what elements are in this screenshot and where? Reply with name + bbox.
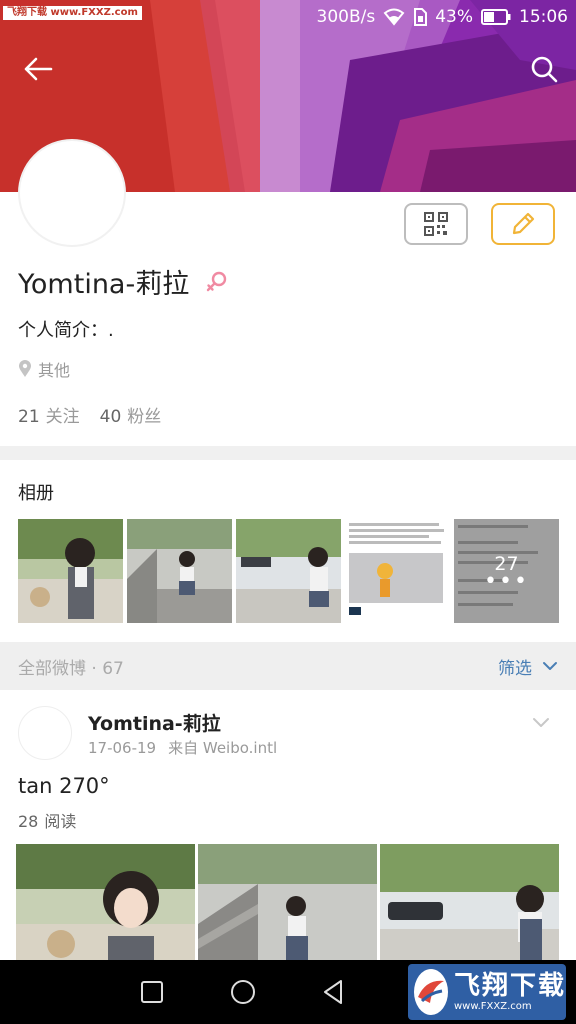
album-more-overlay: 27 •••	[454, 519, 559, 623]
profile-location: 其他	[18, 357, 70, 381]
back-button[interactable]	[14, 45, 62, 93]
post-date: 17-06-19	[88, 739, 157, 757]
filter-label: 筛选	[498, 658, 532, 679]
profile-bio: 个人简介：.	[18, 320, 114, 341]
album-title: 相册	[18, 483, 54, 504]
album-photo[interactable]	[127, 519, 232, 623]
post-avatar[interactable]	[18, 706, 72, 760]
recents-button[interactable]	[136, 976, 168, 1008]
following-label: 关注	[45, 407, 80, 427]
all-weibo-count: 全部微博 · 67	[18, 658, 124, 679]
post-username[interactable]: Yomtina-莉拉	[88, 709, 221, 736]
system-back-button[interactable]	[317, 976, 349, 1008]
wifi-icon	[383, 8, 405, 26]
post-meta: 17-06-19 来自 Weibo.intl	[88, 737, 277, 758]
album-photo[interactable]	[345, 519, 450, 623]
search-icon	[531, 56, 558, 83]
battery-icon	[481, 9, 511, 25]
followers-link[interactable]: 40 粉丝	[100, 402, 162, 427]
following-link[interactable]: 21 关注	[18, 402, 80, 427]
watermark-logo-url: www.FXXZ.com	[454, 1001, 532, 1012]
followers-label: 粉丝	[127, 407, 162, 427]
chevron-down-icon	[543, 662, 557, 670]
album-photo[interactable]	[236, 519, 341, 623]
avatar[interactable]	[18, 139, 126, 247]
album-photo[interactable]	[18, 519, 123, 623]
following-count: 21	[18, 407, 40, 427]
sim-icon	[413, 8, 428, 26]
female-gender-icon	[206, 271, 227, 292]
status-bar: 300B/s 43% 15:06	[317, 4, 569, 30]
watermark-logo-text: 飞翔下载	[454, 971, 567, 1001]
post-image[interactable]	[16, 844, 195, 962]
search-button[interactable]	[520, 45, 568, 93]
clock: 15:06	[519, 7, 568, 27]
followers-count: 40	[99, 407, 122, 427]
watermark-logo: 飞翔下载 www.FXXZ.com	[408, 964, 566, 1020]
post-source: 来自 Weibo.intl	[168, 739, 278, 757]
reads-count: 28	[18, 812, 39, 831]
section-divider	[0, 446, 576, 460]
circle-icon	[231, 980, 255, 1004]
location-pin-icon	[19, 360, 31, 377]
home-button[interactable]	[227, 976, 259, 1008]
filter-button[interactable]: 筛选	[498, 654, 558, 679]
album-photo-more[interactable]: 27 •••	[454, 519, 559, 623]
location-label: 其他	[38, 361, 71, 380]
watermark-logo-mark-icon	[414, 969, 448, 1015]
post-images	[16, 844, 559, 962]
watermark-label: 飞翔下载 www.FXXZ.com	[3, 6, 142, 20]
qr-code-button[interactable]	[404, 203, 468, 245]
post-image[interactable]	[380, 844, 559, 962]
back-arrow-icon	[24, 57, 53, 81]
follow-stats: 21 关注 40 粉丝	[18, 402, 161, 427]
qr-code-icon	[424, 212, 448, 236]
battery-percent: 43%	[435, 7, 473, 27]
post-reads: 28 阅读	[18, 808, 76, 832]
post-image[interactable]	[198, 844, 377, 962]
album-more-dots: •••	[484, 569, 529, 594]
album-thumbnails: 27 •••	[18, 519, 559, 623]
weibo-list-header: 全部微博 · 67 筛选	[0, 642, 576, 690]
pencil-icon	[512, 212, 535, 235]
network-speed: 300B/s	[316, 7, 376, 27]
triangle-back-icon	[324, 980, 342, 1004]
reads-label: 阅读	[44, 812, 77, 831]
post-menu-chevron-icon[interactable]	[528, 712, 554, 734]
profile-name: Yomtina-莉拉	[18, 269, 190, 300]
square-icon	[141, 981, 163, 1003]
edit-profile-button[interactable]	[491, 203, 555, 245]
post-text: tan 270°	[18, 774, 110, 798]
